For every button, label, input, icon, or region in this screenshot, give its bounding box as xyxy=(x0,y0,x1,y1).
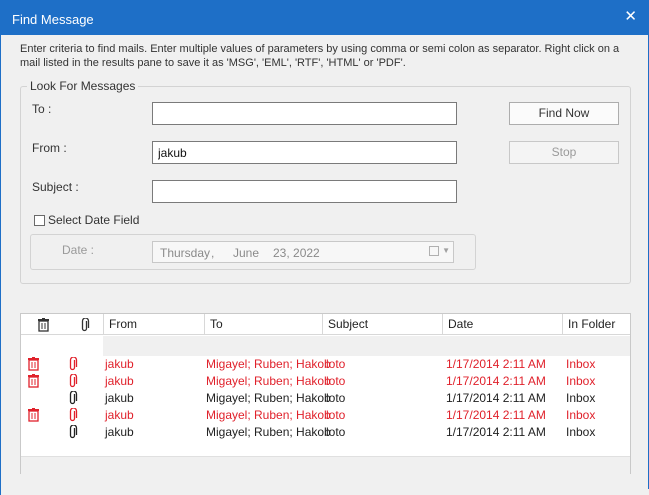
subject-cell: loto xyxy=(326,374,346,388)
paperclip-icon xyxy=(69,357,78,371)
trash-icon xyxy=(28,408,39,422)
subject-label: Subject : xyxy=(32,180,79,194)
to-cell: Migayel; Ruben; Hakob xyxy=(206,391,331,405)
date-cell: 1/17/2014 2:11 AM xyxy=(446,391,546,405)
paperclip-icon xyxy=(69,374,78,388)
table-row[interactable]: jakub Migayel; Ruben; Hakob loto 1/17/2014 … xyxy=(21,407,630,424)
date-day-year: 23, 2022 xyxy=(273,246,320,260)
paperclip-icon xyxy=(69,408,78,422)
calendar-icon[interactable] xyxy=(429,246,439,256)
date-picker[interactable]: Thursday , June 23, 2022 ▼ xyxy=(152,241,454,263)
from-cell: jakub xyxy=(105,425,134,439)
table-row[interactable]: jakub Migayel; Ruben; Hakob loto 1/17/2014 … xyxy=(21,424,630,441)
folder-cell: Inbox xyxy=(566,408,596,422)
date-label: Date : xyxy=(62,243,95,257)
to-label: To : xyxy=(32,102,52,116)
group-title: Look For Messages xyxy=(27,79,139,93)
folder-cell: Inbox xyxy=(566,357,596,371)
to-cell: Migayel; Ruben; Hakob xyxy=(206,357,331,371)
subject-cell: loto xyxy=(326,357,346,371)
to-cell: Migayel; Ruben; Hakob xyxy=(206,374,331,388)
filter-row-cap xyxy=(21,336,103,356)
date-cell: 1/17/2014 2:11 AM xyxy=(446,425,546,439)
chevron-down-icon[interactable]: ▼ xyxy=(442,246,450,255)
trash-icon xyxy=(28,374,39,388)
results-header: From To Subject Date In Folder xyxy=(21,314,630,335)
from-cell: jakub xyxy=(105,408,134,422)
find-message-window: Find Message ✕ Enter criteria to find ma… xyxy=(0,0,649,495)
filter-row xyxy=(21,336,630,356)
to-cell: Migayel; Ruben; Hakob xyxy=(206,425,331,439)
find-now-button[interactable]: Find Now xyxy=(509,102,619,125)
from-cell: jakub xyxy=(105,374,134,388)
column-header-in-folder[interactable]: In Folder xyxy=(562,314,630,335)
column-header-from[interactable]: From xyxy=(103,314,204,335)
trash-icon xyxy=(38,318,49,332)
column-header-date[interactable]: Date xyxy=(442,314,562,335)
subject-cell: loto xyxy=(326,408,346,422)
trash-icon xyxy=(28,357,39,371)
folder-cell: Inbox xyxy=(566,374,596,388)
from-cell: jakub xyxy=(105,391,134,405)
folder-cell: Inbox xyxy=(566,391,596,405)
paperclip-icon xyxy=(69,425,78,439)
table-row[interactable]: jakub Migayel; Ruben; Hakob loto 1/17/2014 … xyxy=(21,356,630,373)
subject-input[interactable] xyxy=(152,180,457,203)
title-bar: Find Message ✕ xyxy=(1,1,648,35)
folder-cell: Inbox xyxy=(566,425,596,439)
paperclip-icon xyxy=(69,391,78,405)
instructions-text: Enter criteria to find mails. Enter mult… xyxy=(20,43,620,69)
subject-cell: loto xyxy=(326,425,346,439)
stop-button[interactable]: Stop xyxy=(509,141,619,164)
select-date-checkbox[interactable] xyxy=(34,215,45,226)
to-cell: Migayel; Ruben; Hakob xyxy=(206,408,331,422)
column-header-subject[interactable]: Subject xyxy=(322,314,442,335)
close-icon[interactable]: ✕ xyxy=(624,7,637,25)
date-cell: 1/17/2014 2:11 AM xyxy=(446,357,546,371)
select-date-label: Select Date Field xyxy=(48,213,140,227)
date-cell: 1/17/2014 2:11 AM xyxy=(446,374,546,388)
from-cell: jakub xyxy=(105,357,134,371)
date-weekday: Thursday xyxy=(160,246,211,260)
table-row[interactable]: jakub Migayel; Ruben; Hakob loto 1/17/2014 … xyxy=(21,390,630,407)
window-title: Find Message xyxy=(12,12,94,27)
table-row[interactable]: jakub Migayel; Ruben; Hakob loto 1/17/2014 … xyxy=(21,373,630,390)
results-footer xyxy=(21,456,630,474)
to-input[interactable] xyxy=(152,102,457,125)
window-bottom xyxy=(1,489,649,495)
from-label: From : xyxy=(32,141,67,155)
subject-cell: loto xyxy=(326,391,346,405)
date-separator: , xyxy=(211,246,215,260)
date-cell: 1/17/2014 2:11 AM xyxy=(446,408,546,422)
date-month: June xyxy=(233,246,260,260)
column-header-to[interactable]: To xyxy=(204,314,322,335)
paperclip-icon xyxy=(81,318,90,332)
results-grid: From To Subject Date In Folder jakub Miga… xyxy=(20,313,631,474)
from-input[interactable] xyxy=(152,141,457,164)
